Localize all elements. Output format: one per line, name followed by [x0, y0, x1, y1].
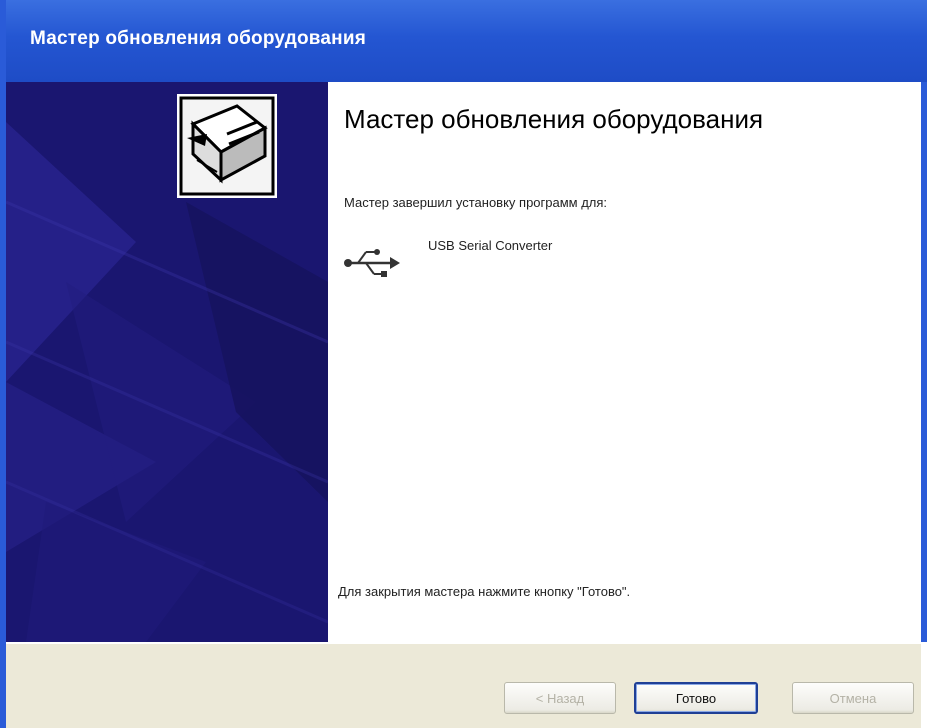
- wizard-side-banner: [6, 82, 328, 642]
- window-frame-right: [921, 82, 927, 642]
- window-title: Мастер обновления оборудования: [30, 28, 367, 49]
- finish-button[interactable]: Готово: [634, 682, 758, 714]
- finish-instruction: Для закрытия мастера нажмите кнопку "Гот…: [338, 584, 631, 599]
- back-button[interactable]: < Назад: [504, 682, 616, 714]
- device-row: USB Serial Converter: [344, 232, 844, 282]
- banner-graphic: [6, 82, 328, 642]
- button-bar: < Назад Готово Отмена: [6, 642, 921, 728]
- usb-icon: [344, 249, 400, 277]
- page-title: Мастер обновления оборудования: [344, 104, 764, 134]
- cancel-button[interactable]: Отмена: [792, 682, 914, 714]
- hardware-wizard-icon: [177, 94, 277, 198]
- device-name: USB Serial Converter: [428, 238, 553, 253]
- wizard-subtitle: Мастер завершил установку программ для:: [344, 195, 608, 210]
- wizard-window: Мастер обновления оборудования Мастер об…: [0, 0, 927, 728]
- wizard-content: Мастер обновления оборудования Мастер за…: [328, 82, 921, 642]
- title-bar[interactable]: Мастер обновления оборудования: [0, 0, 927, 82]
